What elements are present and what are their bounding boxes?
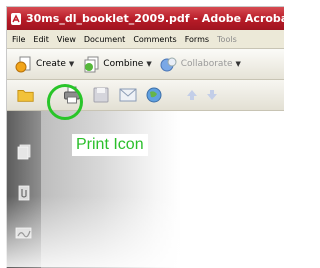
print-icon-callout: Print Icon [72, 134, 148, 156]
save-icon[interactable] [92, 86, 110, 104]
acrobat-app-icon [11, 12, 21, 25]
task-toolbar: Create ▼ Combine ▼ Collaborate ▼ [7, 49, 284, 80]
next-page-icon[interactable] [203, 86, 221, 104]
menu-forms[interactable]: Forms [185, 35, 209, 44]
combine-dropdown-icon: ▼ [146, 60, 152, 68]
create-button[interactable]: Create ▼ [15, 55, 74, 73]
combine-label: Combine [103, 59, 144, 69]
window-title: 30ms_dl_booklet_2009.pdf - Adobe Acrobat [26, 12, 284, 25]
attachments-icon[interactable] [14, 183, 34, 203]
pages-icon[interactable] [14, 142, 34, 162]
menu-document[interactable]: Document [84, 35, 125, 44]
menu-tools[interactable]: Tools [217, 35, 237, 44]
collaborate-button[interactable]: Collaborate ▼ [160, 55, 241, 73]
menu-comments[interactable]: Comments [133, 35, 176, 44]
menu-bar: File Edit View Document Comments Forms T… [7, 30, 284, 49]
open-folder-icon[interactable] [17, 86, 35, 104]
collaborate-label: Collaborate [180, 59, 233, 69]
create-dropdown-icon: ▼ [68, 60, 75, 68]
create-label: Create [36, 59, 66, 69]
create-icon [15, 55, 33, 73]
combine-icon [82, 55, 100, 73]
signatures-icon[interactable] [14, 223, 34, 243]
navigation-pane [7, 111, 41, 268]
previous-page-icon[interactable] [183, 86, 201, 104]
title-bar: 30ms_dl_booklet_2009.pdf - Adobe Acrobat [7, 7, 284, 30]
menu-view[interactable]: View [57, 35, 76, 44]
web-capture-icon[interactable] [145, 86, 163, 104]
collaborate-icon [160, 55, 178, 73]
menu-edit[interactable]: Edit [33, 35, 49, 44]
collaborate-dropdown-icon: ▼ [235, 60, 241, 68]
email-icon[interactable] [119, 86, 137, 104]
print-icon-highlight-circle [47, 84, 83, 120]
combine-button[interactable]: Combine ▼ [82, 55, 152, 73]
menu-file[interactable]: File [12, 35, 25, 44]
